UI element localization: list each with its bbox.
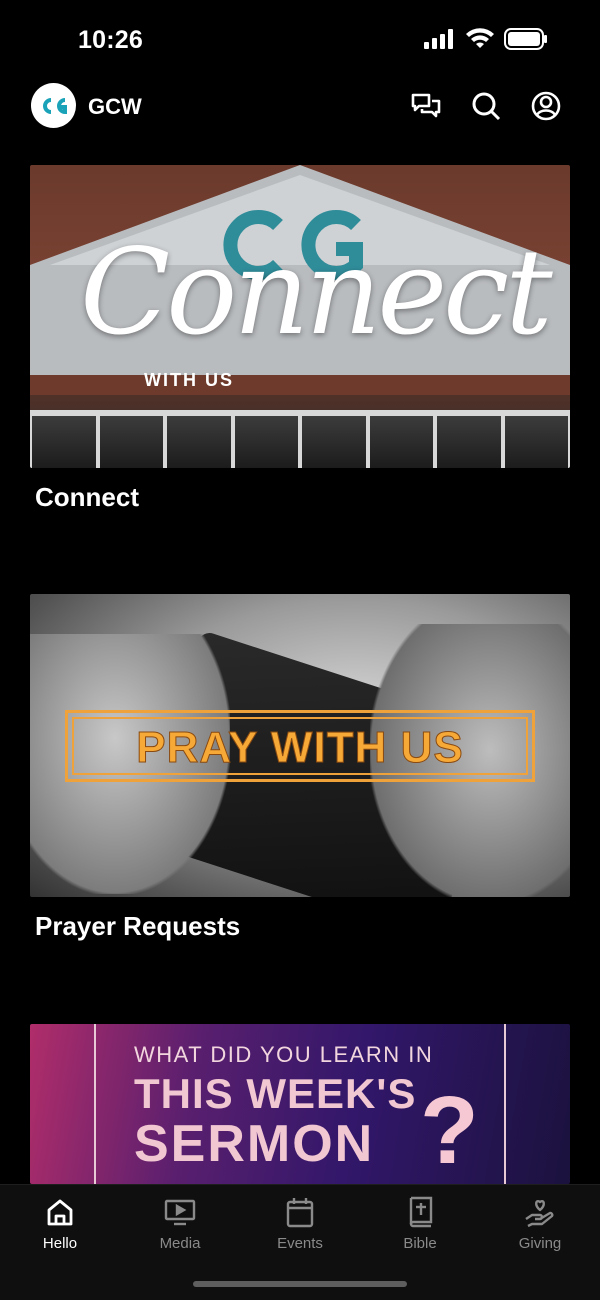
tab-events[interactable]: Events bbox=[240, 1195, 360, 1252]
bible-icon bbox=[403, 1195, 437, 1229]
prayer-image[interactable]: PRAY WITH US bbox=[30, 594, 570, 897]
wifi-icon bbox=[466, 28, 494, 55]
prayer-card[interactable]: PRAY WITH US Prayer Requests bbox=[30, 594, 570, 942]
connect-sub-text: WITH US bbox=[144, 370, 234, 390]
app-title: GCW bbox=[88, 94, 142, 119]
home-indicator[interactable] bbox=[193, 1281, 407, 1287]
status-bar: 10:26 bbox=[0, 0, 600, 80]
header-actions bbox=[410, 90, 562, 122]
tab-media[interactable]: Media bbox=[120, 1195, 240, 1252]
tab-bible[interactable]: Bible bbox=[360, 1195, 480, 1252]
account-icon[interactable] bbox=[530, 90, 562, 122]
tab-label: Media bbox=[159, 1235, 201, 1252]
windows bbox=[30, 410, 570, 468]
pray-banner: PRAY WITH US bbox=[65, 710, 535, 782]
status-icons bbox=[424, 28, 548, 55]
tab-label: Bible bbox=[403, 1235, 437, 1252]
divider bbox=[504, 1024, 506, 1184]
question-mark: ? bbox=[420, 1077, 479, 1184]
tab-label: Events bbox=[277, 1235, 323, 1252]
calendar-icon bbox=[283, 1195, 317, 1229]
search-icon[interactable] bbox=[470, 90, 502, 122]
battery-icon bbox=[504, 28, 548, 55]
app-header: GCW bbox=[0, 80, 600, 132]
card-title[interactable]: Connect bbox=[35, 482, 570, 513]
divider bbox=[94, 1024, 96, 1184]
connect-image[interactable]: Connect WITH US bbox=[30, 165, 570, 468]
home-icon bbox=[43, 1195, 77, 1229]
media-icon bbox=[163, 1195, 197, 1229]
sermon-card[interactable]: WHAT DID YOU LEARN IN THIS WEEK'S SERMON… bbox=[30, 1024, 570, 1184]
cellular-signal-icon bbox=[424, 29, 456, 54]
giving-icon bbox=[523, 1195, 557, 1229]
connect-script-text: Connect bbox=[80, 223, 553, 361]
tab-giving[interactable]: Giving bbox=[480, 1195, 600, 1252]
sermon-line-1: WHAT DID YOU LEARN IN bbox=[134, 1042, 434, 1067]
sermon-line-2: THIS WEEK'S bbox=[134, 1070, 417, 1117]
tab-label: Giving bbox=[518, 1235, 562, 1252]
status-time: 10:26 bbox=[78, 26, 143, 54]
pray-banner-text: PRAY WITH US bbox=[136, 723, 464, 773]
connect-card[interactable]: Connect WITH US Connect bbox=[30, 165, 570, 513]
chat-icon[interactable] bbox=[410, 90, 442, 122]
tab-hello[interactable]: Hello bbox=[0, 1195, 120, 1252]
sermon-image[interactable]: WHAT DID YOU LEARN IN THIS WEEK'S SERMON… bbox=[30, 1024, 570, 1184]
card-title[interactable]: Prayer Requests bbox=[35, 911, 570, 942]
app-logo[interactable] bbox=[31, 83, 76, 128]
sermon-line-3: SERMON bbox=[134, 1115, 375, 1173]
tab-label: Hello bbox=[42, 1235, 78, 1252]
